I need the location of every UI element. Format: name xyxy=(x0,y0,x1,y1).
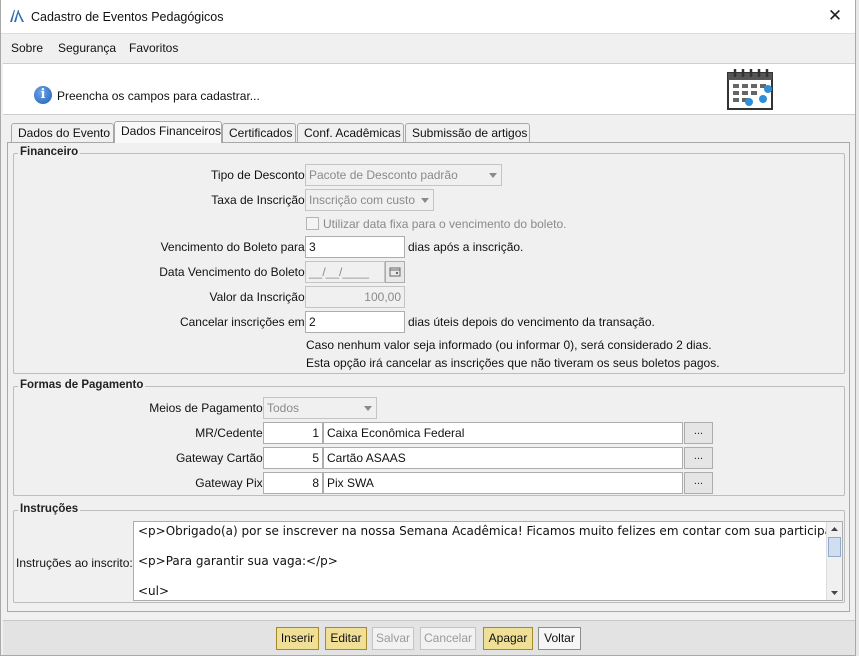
gateway-cartao-label: Gateway Cartão: xyxy=(175,451,266,465)
gateway-pix-code-input[interactable]: 8 xyxy=(263,472,323,494)
tipo-desconto-label: Tipo de Desconto: xyxy=(211,168,308,182)
chevron-down-icon xyxy=(364,406,372,411)
tipo-desconto-select[interactable]: Pacote de Desconto padrão xyxy=(305,164,502,186)
mr-cedente-name-field: Caixa Econômica Federal xyxy=(323,422,683,444)
valor-inscricao-label: Valor da Inscrição: xyxy=(209,290,309,304)
data-vencimento-label: Data Vencimento do Boleto: xyxy=(159,265,308,279)
gateway-cartao-code-input[interactable]: 5 xyxy=(263,447,323,469)
close-icon[interactable]: ✕ xyxy=(825,6,845,26)
cancelar-button[interactable]: Cancelar xyxy=(420,627,476,650)
info-banner: i Preencha os campos para cadastrar... xyxy=(3,63,855,115)
cancelar-suffix: dias úteis depois do vencimento da trans… xyxy=(408,315,655,329)
meios-pagamento-label: Meios de Pagamento: xyxy=(149,401,266,415)
tab-dados-evento[interactable]: Dados do Evento xyxy=(11,123,114,142)
meios-pagamento-select[interactable]: Todos xyxy=(263,397,377,419)
instrucoes-line: <p>Obrigado(a) por se inscrever na nossa… xyxy=(138,524,843,538)
group-pagamento-title: Formas de Pagamento xyxy=(18,379,146,391)
group-financeiro-title: Financeiro xyxy=(18,146,81,158)
chevron-down-icon xyxy=(421,198,429,203)
meios-pagamento-value: Todos xyxy=(267,401,300,415)
menu-bar: Sobre Segurança Favoritos xyxy=(1,35,855,61)
instrucoes-line: <p>Para garantir sua vaga:</p> xyxy=(138,554,338,568)
instrucoes-label: Instruções ao inscrito: xyxy=(16,556,133,570)
tab-conf-academicas[interactable]: Conf. Acadêmicas xyxy=(297,123,404,142)
gateway-cartao-name-field: Cartão ASAAS xyxy=(323,447,683,469)
window-title: Cadastro de Eventos Pedagógicos xyxy=(31,10,224,24)
menu-seguranca[interactable]: Segurança xyxy=(58,41,116,55)
instrucoes-line: <ul> xyxy=(138,584,170,598)
date-picker-button[interactable] xyxy=(385,261,405,283)
group-instrucoes: Instruções Instruções ao inscrito: <p>Ob… xyxy=(13,503,845,603)
editar-button[interactable]: Editar xyxy=(325,627,367,650)
voltar-button[interactable]: Voltar xyxy=(538,627,581,650)
calendar-icon xyxy=(727,69,773,110)
main-window: Cadastro de Eventos Pedagógicos ✕ Sobre … xyxy=(0,0,856,656)
scroll-thumb[interactable] xyxy=(828,537,841,557)
instrucoes-line xyxy=(138,569,838,584)
group-instrucoes-title: Instruções xyxy=(18,503,81,515)
title-bar: Cadastro de Eventos Pedagógicos ✕ xyxy=(1,0,855,34)
instrucoes-scrollbar[interactable] xyxy=(826,522,842,600)
scroll-down-icon[interactable] xyxy=(827,586,842,600)
cancelar-note-1: Caso nenhum valor seja informado (ou inf… xyxy=(306,338,712,352)
menu-favoritos[interactable]: Favoritos xyxy=(129,41,178,55)
cancelar-note-2: Esta opção irá cancelar as inscrições qu… xyxy=(306,356,720,370)
data-vencimento-input[interactable]: __/__/____ xyxy=(305,261,385,283)
data-fixa-label: Utilizar data fixa para o vencimento do … xyxy=(323,217,567,231)
menu-sobre[interactable]: Sobre xyxy=(11,41,43,55)
tipo-desconto-value: Pacote de Desconto padrão xyxy=(309,168,458,182)
calendar-small-icon xyxy=(389,267,401,277)
cancelar-input[interactable]: 2 xyxy=(305,311,405,333)
salvar-button[interactable]: Salvar xyxy=(372,627,414,650)
inserir-button[interactable]: Inserir xyxy=(276,627,319,650)
gateway-cartao-lookup-button[interactable]: ... xyxy=(684,447,713,469)
data-fixa-checkbox[interactable] xyxy=(306,217,319,230)
mr-cedente-label: MR/Cedente: xyxy=(195,426,266,440)
gateway-pix-name-field: Pix SWA xyxy=(323,472,683,494)
tab-panel-financeiro: Financeiro Tipo de Desconto: Pacote de D… xyxy=(7,142,850,612)
group-formas-pagamento: Formas de Pagamento Meios de Pagamento: … xyxy=(13,379,845,496)
instrucoes-textarea[interactable]: <p>Obrigado(a) por se inscrever na nossa… xyxy=(133,521,843,601)
valor-inscricao-input[interactable]: 100,00 xyxy=(305,286,405,308)
tab-dados-financeiros[interactable]: Dados Financeiros xyxy=(114,121,222,143)
chevron-down-icon xyxy=(489,173,497,178)
cancelar-label: Cancelar inscrições em: xyxy=(179,315,308,329)
taxa-inscricao-label: Taxa de Inscrição: xyxy=(211,193,308,207)
mr-cedente-code-input[interactable]: 1 xyxy=(263,422,323,444)
scroll-up-icon[interactable] xyxy=(827,522,842,536)
info-text: Preencha os campos para cadastrar... xyxy=(57,89,260,103)
instrucoes-line xyxy=(138,539,838,554)
taxa-inscricao-select[interactable]: Inscrição com custo xyxy=(305,189,434,211)
app-logo-icon xyxy=(10,10,24,22)
tab-certificados[interactable]: Certificados xyxy=(222,123,296,142)
apagar-button[interactable]: Apagar xyxy=(483,627,533,650)
vencimento-suffix: dias após a inscrição. xyxy=(408,240,524,254)
gateway-pix-label: Gateway Pix: xyxy=(195,476,266,490)
mr-cedente-lookup-button[interactable]: ... xyxy=(684,422,713,444)
vencimento-label: Vencimento do Boleto para: xyxy=(160,240,308,254)
group-financeiro: Financeiro Tipo de Desconto: Pacote de D… xyxy=(13,146,845,374)
info-icon: i xyxy=(34,86,52,104)
taxa-inscricao-value: Inscrição com custo xyxy=(309,193,416,207)
button-bar: Inserir Editar Salvar Cancelar Apagar Vo… xyxy=(3,620,855,655)
tab-submissao-artigos[interactable]: Submissão de artigos xyxy=(405,123,530,142)
gateway-pix-lookup-button[interactable]: ... xyxy=(684,472,713,494)
vencimento-input[interactable]: 3 xyxy=(305,236,405,258)
